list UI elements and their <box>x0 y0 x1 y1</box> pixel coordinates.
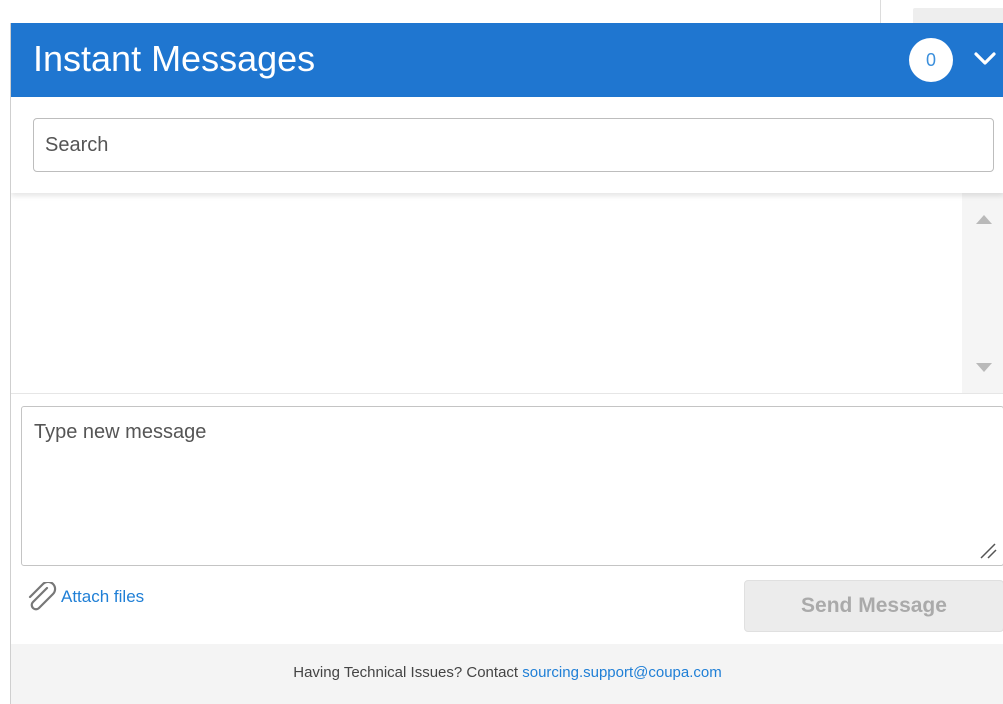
resize-handle-icon[interactable] <box>977 539 997 559</box>
panel-header: Instant Messages 0 <box>11 23 1003 97</box>
support-email-link[interactable]: sourcing.support@coupa.com <box>522 664 722 681</box>
triangle-down-icon[interactable] <box>976 363 992 372</box>
unread-count-badge: 0 <box>909 38 953 82</box>
support-text: Having Technical Issues? Contact <box>293 664 523 681</box>
triangle-up-icon[interactable] <box>976 215 992 224</box>
message-list-scrollbar[interactable] <box>962 193 1003 393</box>
send-message-button[interactable]: Send Message <box>744 580 1003 632</box>
search-area <box>11 97 1003 193</box>
attach-files-label: Attach files <box>61 587 145 606</box>
instant-messages-panel: Instant Messages 0 Attach files Send <box>10 23 1003 704</box>
panel-title: Instant Messages <box>33 38 316 79</box>
search-input[interactable] <box>33 118 994 172</box>
paperclip-icon <box>23 580 61 612</box>
message-list[interactable] <box>11 193 1003 394</box>
support-footer: Having Technical Issues? Contact sourcin… <box>11 644 1003 704</box>
new-message-textarea[interactable] <box>21 406 1003 566</box>
chevron-down-icon[interactable] <box>969 43 1001 75</box>
attach-files-link[interactable]: Attach files <box>23 580 145 612</box>
